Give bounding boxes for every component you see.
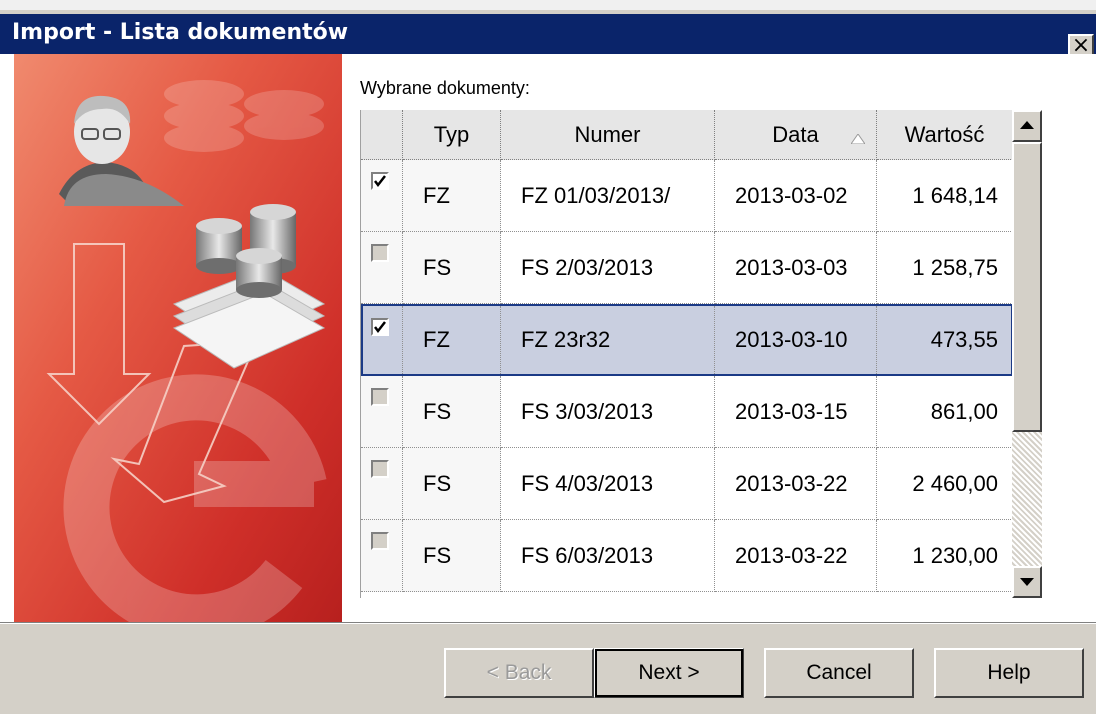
header-data[interactable]: Data [715, 110, 877, 160]
cell-typ: FS [403, 520, 501, 592]
cell-numer: FZ 01/03/2013/ [501, 160, 715, 232]
cell-wartosc: 2 460,00 [877, 448, 1013, 520]
table-row[interactable]: FS FS 4/03/2013 2013-03-22 2 460,00 [361, 448, 1013, 520]
sort-up-icon [851, 134, 865, 144]
window-title: Import - Lista dokumentów [12, 20, 349, 45]
checkbox-cell [361, 520, 403, 592]
scroll-up-button[interactable] [1012, 110, 1042, 142]
top-strip [0, 0, 1096, 10]
cell-wartosc: 1 258,75 [877, 232, 1013, 304]
cell-typ: FZ [403, 306, 501, 374]
header-numer[interactable]: Numer [501, 110, 715, 160]
checkbox-cell [361, 232, 403, 304]
checkmark-icon [374, 175, 386, 188]
cancel-button[interactable]: Cancel [764, 648, 914, 698]
table-row[interactable]: FS FS 2/03/2013 2013-03-03 1 258,75 [361, 232, 1013, 304]
cell-numer: FZ 23r32 [501, 306, 715, 374]
cell-wartosc: 1 648,14 [877, 160, 1013, 232]
cell-data: 2013-03-22 [715, 448, 877, 520]
header-data-label: Data [772, 121, 819, 147]
vertical-scrollbar[interactable] [1012, 110, 1042, 598]
scroll-down-icon [1020, 578, 1034, 586]
wizard-illustration [14, 54, 342, 622]
table-row[interactable]: FZ FZ 01/03/2013/2013-03-02 1 648,14 [361, 160, 1013, 232]
row-checkbox[interactable] [371, 318, 389, 336]
row-checkbox[interactable] [371, 244, 389, 262]
header-wartosc[interactable]: Wartość [877, 110, 1013, 160]
cell-numer: FS 4/03/2013 [501, 448, 715, 520]
cell-typ: FZ [403, 160, 501, 232]
cell-data: 2013-03-22 [715, 520, 877, 592]
header-typ-label: Typ [433, 121, 470, 147]
cell-data: 2013-03-10 [715, 306, 877, 374]
scrollbar-thumb[interactable] [1012, 142, 1042, 432]
cell-wartosc: 861,00 [877, 376, 1013, 448]
cell-wartosc: 473,55 [877, 306, 1013, 374]
title-bar: Import - Lista dokumentów × [0, 14, 1096, 60]
table-row[interactable]: FZ FZ 23r32 2013-03-10 473,55 [361, 304, 1013, 376]
row-checkbox[interactable] [371, 460, 389, 478]
cell-data: 2013-03-15 [715, 376, 877, 448]
row-checkbox[interactable] [371, 388, 389, 406]
header-wartosc-label: Wartość [904, 121, 985, 147]
cell-numer: FS 2/03/2013 [501, 232, 715, 304]
scroll-up-icon [1020, 121, 1034, 129]
cell-data: 2013-03-03 [715, 232, 877, 304]
cell-data: 2013-03-02 [715, 160, 877, 232]
cell-typ: FS [403, 376, 501, 448]
cell-numer: FS 3/03/2013 [501, 376, 715, 448]
checkbox-cell [361, 376, 403, 448]
row-checkbox[interactable] [371, 172, 389, 190]
cell-typ: FS [403, 232, 501, 304]
cell-numer: FS 6/03/2013 [501, 520, 715, 592]
checkbox-cell [361, 448, 403, 520]
documents-grid[interactable]: Typ Numer Data Wartość FZ FZ 01/03/2013/2… [360, 110, 1013, 598]
cell-typ: FS [403, 448, 501, 520]
header-typ[interactable]: Typ [403, 110, 501, 160]
checkmark-icon [374, 321, 386, 334]
import-dialog: Import - Lista dokumentów × Wybrane doku… [0, 0, 1096, 714]
cell-wartosc: 1 230,00 [877, 520, 1013, 592]
wizard-art [14, 54, 342, 622]
help-button[interactable]: Help [934, 648, 1084, 698]
header-checkbox-column[interactable] [361, 110, 403, 160]
checkbox-cell [361, 160, 403, 232]
documents-label: Wybrane dokumenty: [360, 78, 530, 98]
table-row[interactable]: FS FS 6/03/2013 2013-03-22 1 230,00 [361, 520, 1013, 592]
scroll-down-button[interactable] [1012, 566, 1042, 598]
button-separator [0, 622, 1096, 624]
header-numer-label: Numer [574, 121, 641, 147]
checkbox-cell [361, 306, 403, 374]
back-button[interactable]: < Back [444, 648, 594, 698]
table-row[interactable]: FS FS 3/03/2013 2013-03-15 861,00 [361, 376, 1013, 448]
row-checkbox[interactable] [371, 532, 389, 550]
next-button[interactable]: Next > [594, 648, 744, 698]
